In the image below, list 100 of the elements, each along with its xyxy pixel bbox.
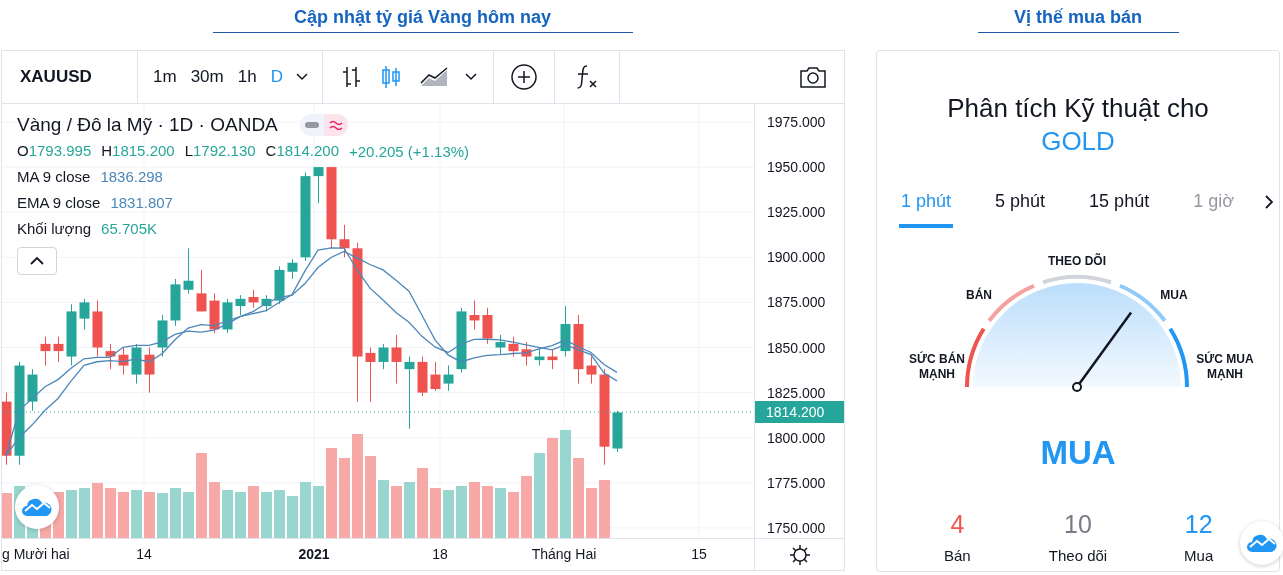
candle — [482, 307, 493, 345]
indicator-value: 65.705K — [101, 220, 157, 237]
candle — [131, 343, 142, 385]
ohlc-key: H — [101, 142, 113, 159]
symbol-label[interactable]: XAUUSD — [12, 67, 92, 87]
volume-bar — [313, 486, 324, 538]
candle — [53, 336, 64, 363]
timeframe-tab[interactable]: 5 phút — [993, 185, 1048, 228]
price-tick: 1900.000 — [767, 249, 826, 266]
signal-label: Mua — [1184, 547, 1214, 564]
price-tick: 1925.000 — [767, 204, 826, 221]
legend-toggle[interactable] — [299, 114, 348, 136]
candle — [222, 298, 233, 334]
candle — [40, 336, 51, 367]
ohlc-value: 1793.995 — [28, 142, 92, 159]
indicator-value: 1836.298 — [100, 168, 163, 185]
price-tick: 1850.000 — [767, 339, 826, 356]
candle — [612, 410, 623, 453]
candle — [183, 247, 194, 294]
candle — [287, 258, 298, 280]
candle — [27, 368, 38, 412]
candle — [105, 343, 116, 370]
chevron-up-icon — [30, 257, 44, 265]
cloud-chart-icon — [22, 497, 52, 517]
gauge-label: BÁN — [966, 287, 992, 303]
section-heading: Vị thế mua bán — [977, 7, 1179, 33]
volume-bar — [183, 492, 194, 538]
logo-button[interactable] — [1240, 521, 1283, 565]
price-change: +20.205 (+1.13%) — [349, 142, 470, 160]
interval-button[interactable]: 1h — [230, 63, 264, 91]
volume-bar — [287, 496, 298, 538]
chevron-down-icon — [295, 73, 308, 81]
indicator-name: MA 9 close — [17, 168, 91, 185]
candle — [365, 347, 376, 403]
candle — [573, 314, 584, 385]
minus-icon — [304, 122, 319, 128]
volume-bar — [586, 488, 597, 538]
candle — [560, 305, 571, 357]
volume-bar — [209, 482, 220, 538]
volume-bar — [157, 493, 168, 538]
price-tick: 1750.000 — [767, 519, 826, 536]
volume-bar — [456, 486, 467, 538]
collapse-legend-button[interactable] — [17, 247, 57, 275]
candle — [157, 314, 168, 357]
time-tick: g Mười hai — [2, 546, 70, 562]
volume-bar — [235, 492, 246, 538]
ohlc-key: L — [184, 142, 193, 159]
time-tick: 15 — [691, 546, 707, 562]
price-tick: 1875.000 — [767, 294, 826, 311]
ohlc-value: 1814.200 — [276, 142, 339, 159]
volume-bar — [131, 490, 142, 538]
candle — [339, 224, 350, 258]
candle — [534, 347, 545, 367]
candle — [144, 347, 155, 394]
candle — [430, 361, 441, 392]
candle — [443, 365, 454, 392]
volume-bar — [118, 492, 129, 538]
candle — [547, 348, 558, 370]
candle — [508, 336, 519, 357]
volume-bar — [105, 488, 116, 538]
signal-count: 4 — [950, 510, 965, 539]
candle — [391, 334, 402, 385]
volume-bar — [222, 490, 233, 538]
volume-bar — [430, 488, 441, 538]
time-tick: 18 — [432, 546, 448, 562]
volume-bar — [599, 480, 610, 538]
interval-button[interactable]: 1m — [146, 63, 184, 91]
volume-bar — [391, 486, 402, 538]
candle — [170, 278, 181, 327]
candle — [92, 300, 103, 357]
volume-bar — [79, 488, 90, 538]
timeframe-tab[interactable]: 15 phút — [1087, 185, 1152, 228]
volume-bar — [508, 492, 519, 538]
price-tick: 1950.000 — [767, 159, 826, 176]
camera-icon — [798, 64, 828, 90]
plus-circle-icon — [509, 63, 538, 91]
candle — [469, 300, 480, 330]
chevron-right-icon — [1265, 195, 1273, 209]
candle — [66, 303, 77, 367]
candle — [235, 294, 246, 316]
volume-bar — [92, 483, 103, 538]
volume-bar — [521, 476, 532, 538]
candle — [521, 341, 532, 367]
volume-bar — [443, 490, 454, 538]
volume-bar — [170, 488, 181, 538]
candle — [417, 356, 428, 397]
chart-title: Vàng / Đô la Mỹ · 1D · OANDA — [17, 114, 278, 136]
time-tick: Tháng Hai — [531, 546, 597, 562]
candle — [456, 307, 467, 374]
candle — [209, 292, 220, 334]
candle — [378, 343, 389, 370]
volume-bar — [404, 482, 415, 538]
candle — [313, 166, 324, 204]
volume-bar — [2, 493, 12, 538]
signal-count: 12 — [1184, 510, 1213, 539]
verdict-label: MUA — [1040, 434, 1116, 472]
indicator-name: EMA 9 close — [17, 194, 101, 211]
signal-label: Bán — [943, 547, 971, 564]
gauge-label: SỨC BÁN MẠNH — [909, 352, 965, 382]
interval-button[interactable]: 30m — [183, 63, 231, 91]
